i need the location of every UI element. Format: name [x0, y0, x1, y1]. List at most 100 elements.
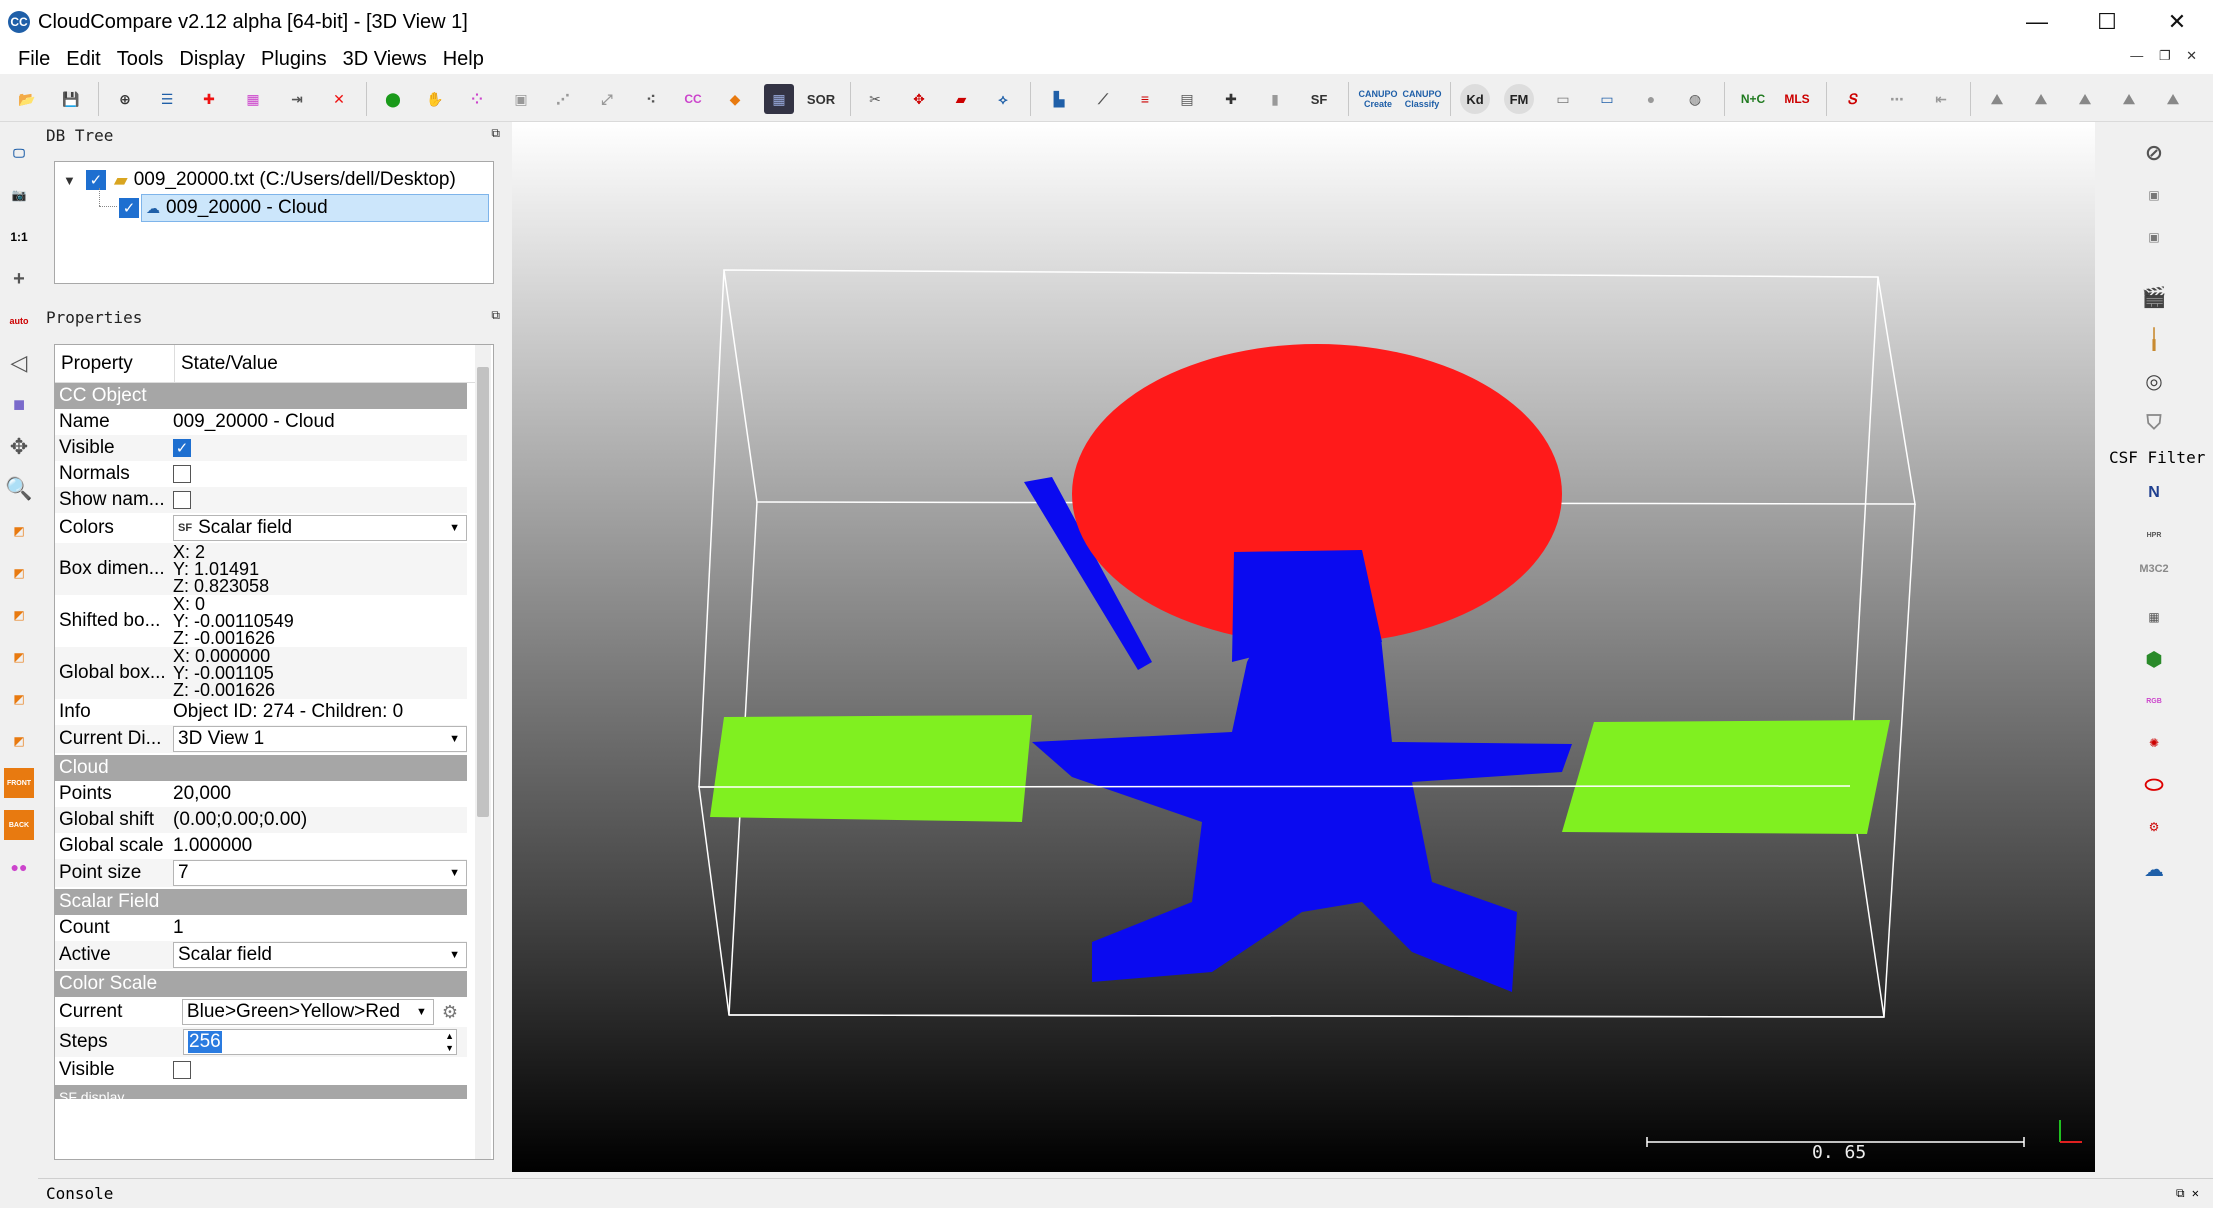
view-1-icon[interactable]: ⛰: [1982, 84, 2012, 114]
rgb-icon[interactable]: RGB: [2139, 686, 2169, 716]
stereo-icon[interactable]: ●●: [4, 852, 34, 882]
minimize-button[interactable]: —: [2004, 0, 2070, 44]
cloud-item-selected[interactable]: ☁ 009_20000 - Cloud: [141, 194, 489, 222]
point-picking-icon[interactable]: ✚: [194, 84, 224, 114]
view-right-icon[interactable]: ◩: [4, 684, 34, 714]
menu-help[interactable]: Help: [435, 48, 492, 71]
menu-display[interactable]: Display: [171, 48, 253, 71]
plugin-4-icon[interactable]: ✺: [2139, 728, 2169, 758]
view-bottom-icon[interactable]: ◩: [4, 726, 34, 756]
mdi-window-controls[interactable]: — ❐ ✕: [2130, 48, 2203, 64]
colors-dropdown[interactable]: SF Scalar field ▼: [173, 515, 467, 541]
normals-icon[interactable]: ▣: [506, 84, 536, 114]
float-icon[interactable]: ⧉ ✕: [2176, 1186, 2199, 1201]
gear-icon[interactable]: ⚙: [442, 1002, 458, 1023]
sor-icon[interactable]: SOR: [806, 84, 836, 114]
list-icon[interactable]: ☰: [152, 84, 182, 114]
menu-file[interactable]: File: [0, 48, 58, 71]
camera-icon[interactable]: 📷: [4, 180, 34, 210]
movie-icon[interactable]: 🎬: [2139, 282, 2169, 312]
cross-section-icon[interactable]: ▰: [946, 84, 976, 114]
csf-filter-label[interactable]: CSF Filter: [2109, 448, 2205, 467]
resample-icon[interactable]: ⤢: [592, 84, 622, 114]
cloud-visibility-checkbox[interactable]: ✓: [119, 198, 139, 218]
normals-checkbox[interactable]: [173, 465, 191, 483]
shield-icon[interactable]: ⛉: [2139, 408, 2169, 438]
properties-scrollbar-thumb[interactable]: [477, 367, 489, 817]
one-to-one-icon[interactable]: 1:1: [4, 222, 34, 252]
nc-icon[interactable]: N+C: [1738, 84, 1768, 114]
kd-icon[interactable]: Kd: [1460, 84, 1490, 114]
plugin-1-icon[interactable]: ▣: [2139, 180, 2169, 210]
grid-icon[interactable]: ▦: [764, 84, 794, 114]
plugin-3-icon[interactable]: ▦: [2139, 602, 2169, 632]
ellipse-icon[interactable]: ⬭: [2139, 770, 2169, 800]
visible-checkbox[interactable]: ✓: [173, 439, 191, 457]
merge-icon[interactable]: ⇥: [282, 84, 312, 114]
menu-tools[interactable]: Tools: [109, 48, 172, 71]
fullscreen-icon[interactable]: 🖵: [4, 138, 34, 168]
hexagon-icon[interactable]: ⬢: [2139, 644, 2169, 674]
view-3-icon[interactable]: ⛰: [2070, 84, 2100, 114]
density-icon[interactable]: ⁘: [462, 84, 492, 114]
mls-icon[interactable]: MLS: [1782, 84, 1812, 114]
steps-spinbox[interactable]: 256 ▲ ▼: [183, 1029, 457, 1055]
segment-icon[interactable]: ✂: [860, 84, 890, 114]
open-icon[interactable]: 📂: [12, 84, 42, 114]
zoom-icon[interactable]: 🔍: [4, 474, 34, 504]
point-pair-icon[interactable]: ⟡: [988, 84, 1018, 114]
pick-rotation-center-icon[interactable]: ⊕: [110, 84, 140, 114]
subsample-icon[interactable]: ✋: [420, 84, 450, 114]
translate-rotate-icon[interactable]: ✥: [904, 84, 934, 114]
sf-max-icon[interactable]: ≡: [1130, 84, 1160, 114]
current-display-dropdown[interactable]: 3D View 1 ▼: [173, 726, 467, 752]
sample-points-icon[interactable]: ⬤: [378, 84, 408, 114]
center-icon[interactable]: +: [4, 264, 34, 294]
view-back-icon[interactable]: ◩: [4, 642, 34, 672]
color-icon[interactable]: ▦: [238, 84, 268, 114]
color-scale-dropdown[interactable]: Blue>Green>Yellow>Red ▼: [181, 999, 434, 1025]
iso-front-icon[interactable]: FRONT: [4, 768, 34, 798]
noise-filter-icon[interactable]: ⁖: [636, 84, 666, 114]
tree-item-file[interactable]: ▼ ✓ ▰ 009_20000.txt (C:/Users/dell/Deskt…: [63, 166, 456, 194]
save-icon[interactable]: 💾: [56, 84, 86, 114]
no-entry-icon[interactable]: ⊘: [2139, 138, 2169, 168]
sf-filter-icon[interactable]: ▤: [1172, 84, 1202, 114]
prop-value[interactable]: 009_20000 - Cloud: [169, 409, 467, 435]
view-left-icon[interactable]: ◩: [4, 600, 34, 630]
canupo-create-icon[interactable]: CANUPO Create: [1358, 84, 1398, 114]
object-mode-icon[interactable]: ■: [4, 390, 34, 420]
globe-icon[interactable]: ◍: [1680, 84, 1710, 114]
perspective-icon[interactable]: ◁: [4, 348, 34, 378]
sf-arithmetic-icon[interactable]: ▮: [1260, 84, 1290, 114]
gradient-icon[interactable]: ⟋: [1088, 84, 1118, 114]
spin-arrows-icon[interactable]: ▲ ▼: [445, 1030, 454, 1054]
float-icon[interactable]: ⧉: [491, 308, 500, 323]
view-2-icon[interactable]: ⛰: [2026, 84, 2056, 114]
file-visibility-checkbox[interactable]: ✓: [85, 170, 106, 190]
histogram-icon[interactable]: ▙: [1044, 84, 1074, 114]
sf-icon[interactable]: SF: [1304, 84, 1334, 114]
registration-icon[interactable]: ⋯: [1882, 84, 1912, 114]
plugin-2-icon[interactable]: ▣: [2139, 222, 2169, 252]
3d-view[interactable]: 0. 65: [512, 122, 2095, 1172]
collapse-icon[interactable]: ▼: [63, 173, 76, 188]
menu-plugins[interactable]: Plugins: [253, 48, 335, 71]
point-size-dropdown[interactable]: 7 ▼: [173, 860, 467, 886]
cloud-layers-icon[interactable]: ☁: [2139, 854, 2169, 884]
view-4-icon[interactable]: ⛰: [2114, 84, 2144, 114]
show-name-checkbox[interactable]: [173, 491, 191, 509]
canupo-classify-icon[interactable]: CANUPO Classify: [1402, 84, 1442, 114]
add-sf-icon[interactable]: ✚: [1216, 84, 1246, 114]
cloth-icon[interactable]: 𝑆: [1838, 84, 1868, 114]
sphere-icon[interactable]: ●: [1636, 84, 1666, 114]
hpr-icon[interactable]: HPR: [2139, 520, 2169, 550]
menu-edit[interactable]: Edit: [58, 48, 108, 71]
view-front-icon[interactable]: ◩: [4, 558, 34, 588]
float-icon[interactable]: ⧉: [491, 126, 500, 141]
plugin-5-icon[interactable]: ⚙: [2139, 812, 2169, 842]
active-sf-dropdown[interactable]: Scalar field ▼: [173, 942, 467, 968]
view-5-icon[interactable]: ⛰: [2158, 84, 2188, 114]
menu-3d-views[interactable]: 3D Views: [335, 48, 435, 71]
normal-icon[interactable]: N: [2139, 478, 2169, 508]
